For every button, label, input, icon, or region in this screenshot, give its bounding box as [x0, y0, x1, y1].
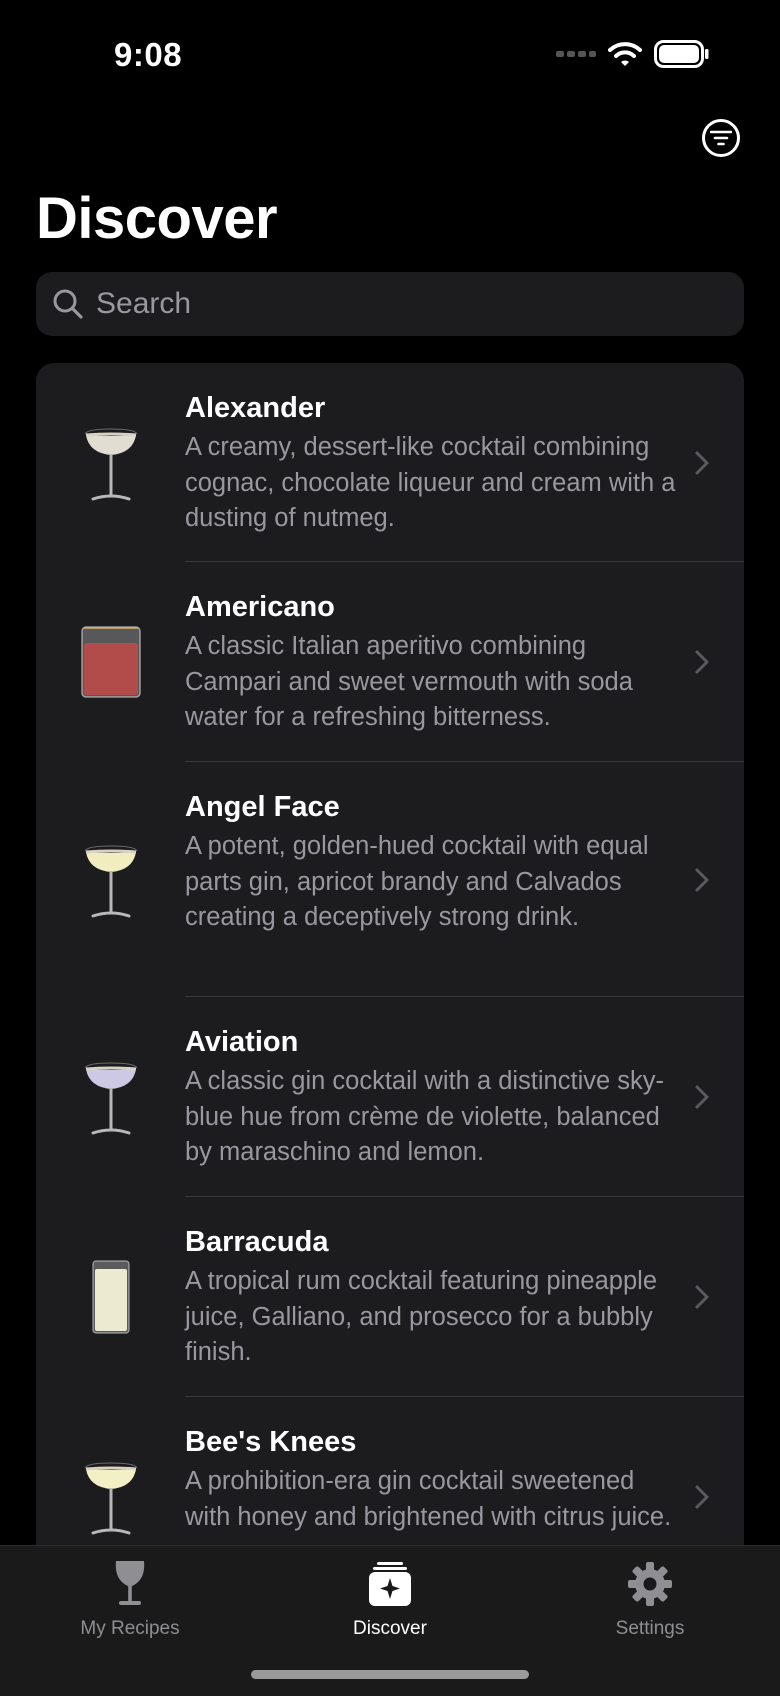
recipe-row[interactable]: Barracuda A tropical rum cocktail featuri…: [36, 1197, 744, 1397]
status-bar: 9:08: [0, 0, 780, 110]
search-icon: [53, 289, 83, 319]
tab-my-recipes[interactable]: My Recipes: [0, 1546, 260, 1696]
chevron-right-icon: [695, 650, 709, 674]
chevron-right-icon: [695, 1285, 709, 1309]
recipe-thumbnail: [36, 1397, 185, 1563]
wine-glass-icon: [112, 1558, 148, 1610]
status-indicators: [556, 40, 710, 68]
tab-label: Settings: [615, 1618, 685, 1639]
filter-button[interactable]: [702, 119, 740, 157]
recipe-text: Angel Face A potent, golden-hued cocktail…: [185, 762, 744, 997]
recipe-thumbnail: [36, 762, 185, 997]
status-time: 9:08: [114, 36, 183, 73]
recipe-description: A potent, golden-hued cocktail with equa…: [185, 832, 649, 931]
recipe-description: A classic gin cocktail with a distinctiv…: [185, 1067, 664, 1166]
rocks-glass-icon: [80, 626, 141, 698]
recipe-description: A classic Italian aperitivo combining Ca…: [185, 632, 633, 731]
signal-icon: [556, 51, 596, 57]
highball-glass-icon: [91, 1260, 130, 1334]
recipe-description: A creamy, dessert-like cocktail combinin…: [185, 433, 676, 532]
recipe-name: Alexander: [185, 392, 326, 424]
recipe-name: Aviation: [185, 1026, 299, 1058]
recipe-name: Barracuda: [185, 1226, 329, 1258]
recipe-row[interactable]: Bee's Knees A prohibition-era gin cocktai…: [36, 1397, 744, 1563]
recipe-thumbnail: [36, 997, 185, 1197]
search-bar[interactable]: [36, 272, 744, 336]
recipe-row[interactable]: Aviation A classic gin cocktail with a di…: [36, 997, 744, 1197]
chevron-right-icon: [695, 1485, 709, 1509]
recipe-thumbnail: [36, 1197, 185, 1397]
recipe-name: Bee's Knees: [185, 1426, 357, 1458]
recipe-thumbnail: [36, 363, 185, 562]
recipe-list: Alexander A creamy, dessert-like cocktail…: [36, 363, 744, 1563]
recipe-text: Alexander A creamy, dessert-like cocktail…: [185, 363, 744, 562]
battery-icon: [654, 40, 709, 68]
recipe-text: Americano A classic Italian aperitivo com…: [185, 562, 744, 762]
recipe-text: Barracuda A tropical rum cocktail featuri…: [185, 1197, 744, 1397]
tab-label: My Recipes: [80, 1618, 180, 1639]
page-title: Discover: [36, 186, 278, 251]
coupe-glass-icon: [84, 1462, 137, 1535]
gear-icon: [627, 1558, 673, 1610]
coupe-glass-icon: [84, 1062, 137, 1135]
chevron-right-icon: [695, 451, 709, 474]
recipe-row[interactable]: Americano A classic Italian aperitivo com…: [36, 562, 744, 762]
wifi-icon: [608, 42, 642, 66]
chevron-right-icon: [695, 1085, 709, 1109]
recipe-name: Angel Face: [185, 791, 340, 823]
home-indicator: [251, 1670, 529, 1679]
recipe-row[interactable]: Angel Face A potent, golden-hued cocktail…: [36, 762, 744, 997]
recipe-description: A prohibition-era gin cocktail sweetened…: [185, 1467, 672, 1531]
discover-sparkle-icon: [367, 1558, 413, 1610]
recipe-text: Bee's Knees A prohibition-era gin cocktai…: [185, 1397, 744, 1563]
filter-icon: [710, 130, 732, 146]
coupe-glass-icon: [84, 427, 137, 500]
recipe-description: A tropical rum cocktail featuring pineap…: [185, 1267, 658, 1366]
search-input[interactable]: [94, 273, 744, 335]
recipe-row[interactable]: Alexander A creamy, dessert-like cocktail…: [36, 363, 744, 562]
tab-label: Discover: [353, 1618, 427, 1639]
recipe-name: Americano: [185, 591, 335, 623]
chevron-right-icon: [695, 868, 709, 891]
recipe-thumbnail: [36, 562, 185, 762]
coupe-glass-icon: [84, 844, 137, 917]
tab-settings[interactable]: Settings: [520, 1546, 780, 1696]
recipe-text: Aviation A classic gin cocktail with a di…: [185, 997, 744, 1197]
